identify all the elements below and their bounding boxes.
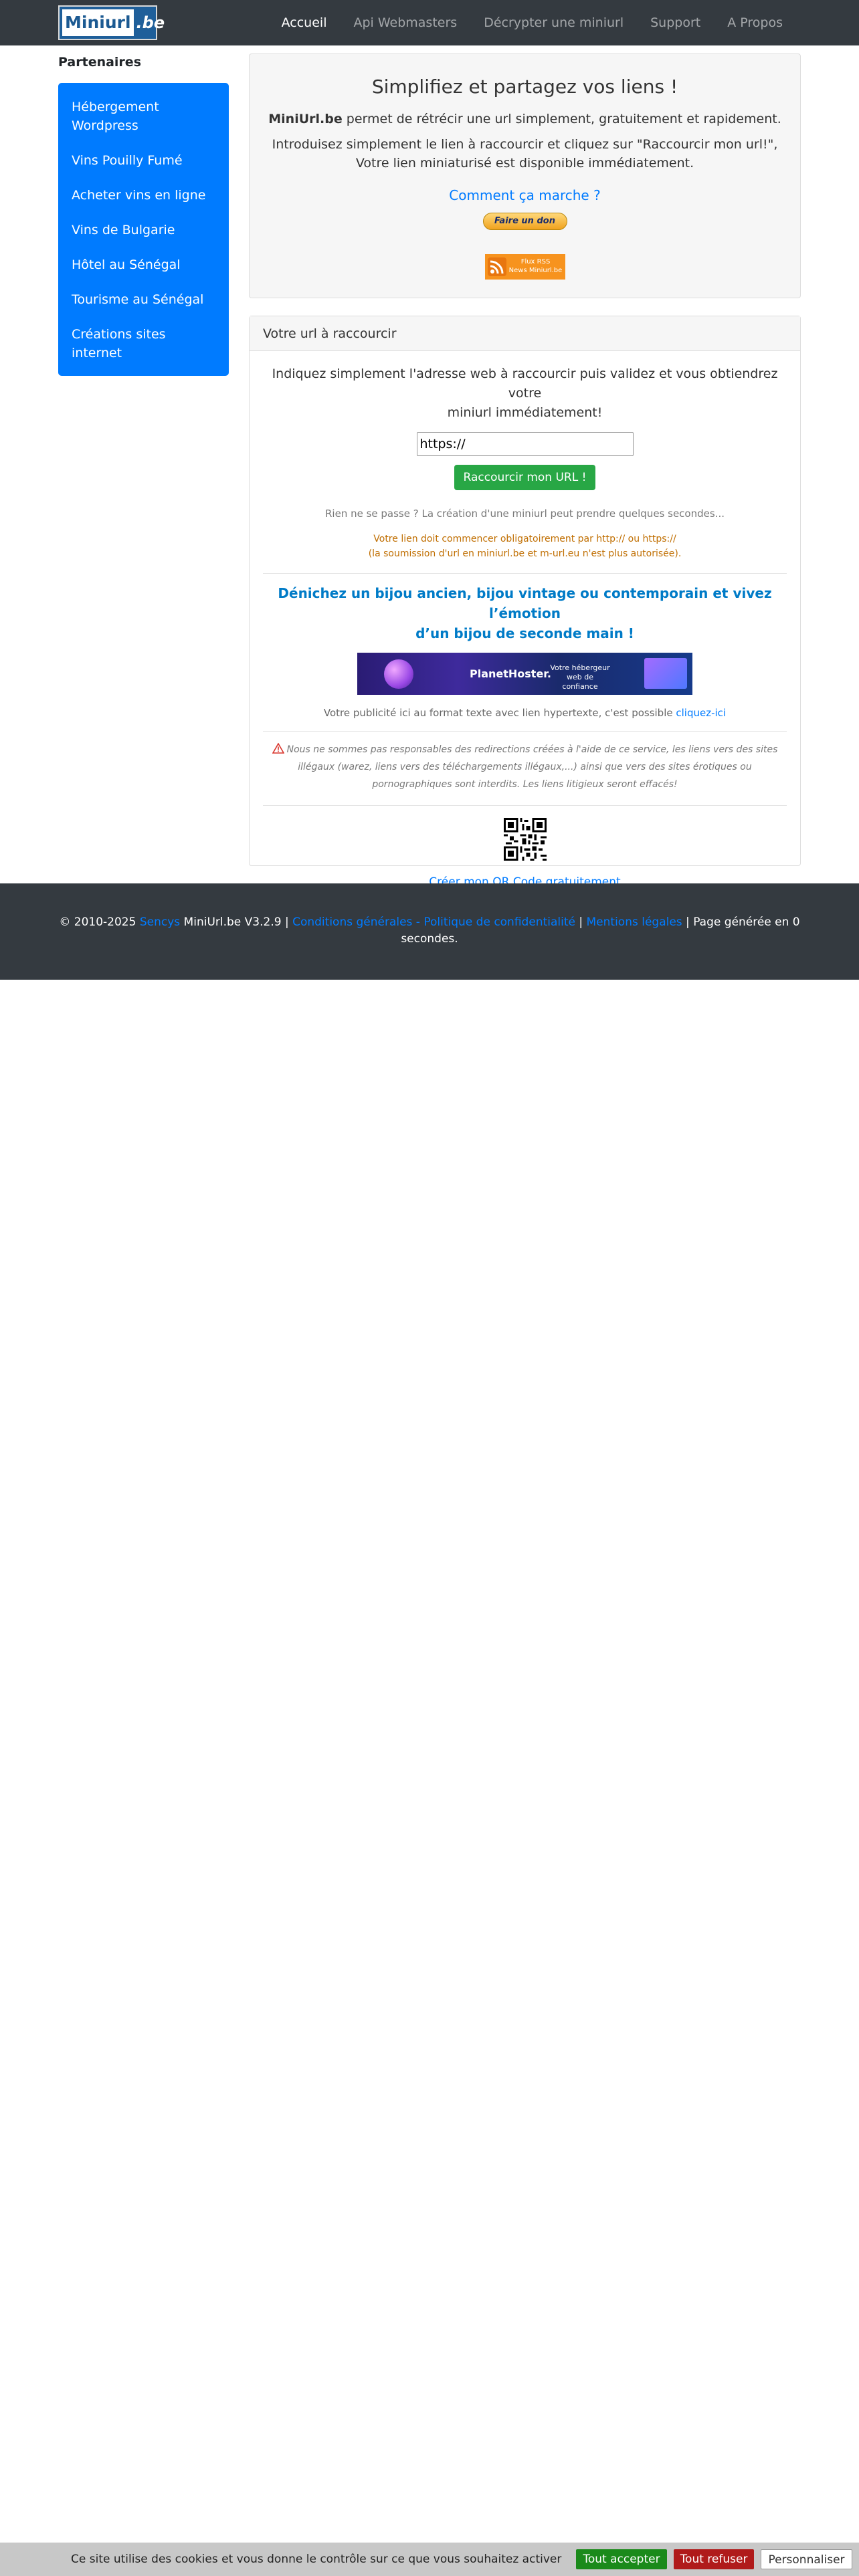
nav-item-a-propos[interactable]: A Propos (727, 15, 783, 30)
footer: © 2010-2025 Sencys MiniUrl.be V3.2.9 | C… (0, 883, 859, 980)
site-logo[interactable]: Miniurl .be (58, 5, 165, 40)
promo-line1: Dénichez un bijou ancien, bijou vintage … (278, 585, 772, 621)
logo-text-tld: .be (136, 13, 165, 32)
cookie-message: Ce site utilise des cookies et vous donn… (71, 2553, 562, 2566)
shorten-card-body: Indiquez simplement l'adresse web à racc… (250, 364, 800, 889)
sidebar-item-acheter-vins[interactable]: Acheter vins en ligne (58, 179, 229, 214)
laptop-image (644, 658, 687, 689)
cookie-accept-button[interactable]: Tout accepter (576, 2549, 667, 2569)
intro-card: Simplifiez et partagez vos liens ! MiniU… (249, 53, 801, 298)
page-title: Simplifiez et partagez vos liens ! (371, 76, 678, 98)
sidebar-title: Partenaires (58, 55, 142, 70)
disclaimer-line2: illégaux (warez, liens vers des téléchar… (298, 762, 752, 772)
intro-instructions-line2: Votre lien miniaturisé est disponible im… (355, 156, 694, 171)
sidebar-item-hotel-senegal[interactable]: Hôtel au Sénégal (58, 249, 229, 284)
sidebar-item-creations-sites[interactable]: Créations sites internet (58, 318, 229, 372)
ad-click-here-link[interactable]: cliquez-ici (676, 707, 726, 719)
intro-description-text: permet de rétrécir une url simplement, g… (342, 112, 781, 126)
rss-icon (487, 257, 506, 276)
nav-item-support[interactable]: Support (650, 15, 700, 30)
jewelry-promo-link[interactable]: Dénichez un bijou ancien, bijou vintage … (263, 583, 787, 643)
promo-line2: d’un bijou de seconde main ! (415, 625, 634, 641)
donate-button[interactable]: Faire un don (482, 213, 567, 230)
sidebar-item-tourisme-senegal[interactable]: Tourisme au Sénégal (58, 284, 229, 318)
footer-legal-link[interactable]: Mentions légales (587, 916, 682, 929)
footer-version: MiniUrl.be V3.2.9 | (180, 916, 293, 929)
ad-text-label: Votre publicité ici au format texte avec… (323, 707, 676, 719)
url-input[interactable] (416, 432, 634, 456)
cookie-refuse-button[interactable]: Tout refuser (673, 2549, 755, 2569)
banner-brand: PlanetHoster. (470, 667, 551, 680)
nav-item-accueil[interactable]: Accueil (282, 15, 327, 30)
main-nav: Accueil Api Webmasters Décrypter une min… (255, 0, 783, 45)
navbar: Miniurl .be Accueil Api Webmasters Décry… (0, 0, 859, 45)
nav-item-api-webmasters[interactable]: Api Webmasters (353, 15, 457, 30)
url-format-warning-line1: Votre lien doit commencer obligatoiremen… (373, 534, 676, 544)
warning-icon (272, 743, 284, 754)
footer-company-link[interactable]: Sencys (140, 916, 180, 929)
sidebar-item-hebergement-wordpress[interactable]: Hébergement Wordpress (58, 91, 229, 144)
sidebar-item-vins-bulgarie[interactable]: Vins de Bulgarie (58, 214, 229, 249)
waiting-hint: Rien ne se passe ? La création d'une min… (325, 508, 725, 520)
divider (263, 805, 787, 806)
partners-sidebar: Partenaires Hébergement Wordpress Vins P… (58, 53, 229, 376)
rss-label-line1: Flux RSS (520, 258, 551, 265)
cookie-customize-button[interactable]: Personnaliser (761, 2549, 852, 2569)
cookie-banner: Ce site utilise des cookies et vous donn… (0, 2543, 859, 2576)
logo-text-main: Miniurl (62, 9, 134, 36)
url-format-warning: Votre lien doit commencer obligatoiremen… (263, 532, 787, 561)
sidebar-item-vins-pouilly[interactable]: Vins Pouilly Fumé (58, 144, 229, 179)
footer-cgu-link[interactable]: Conditions générales - Politique de conf… (292, 916, 575, 929)
nav-item-decrypter[interactable]: Décrypter une miniurl (484, 15, 624, 30)
planethoster-ad-banner[interactable]: PlanetHoster. Votre hébergeur web de con… (357, 653, 692, 695)
shorten-url-button[interactable]: Raccourcir mon URL ! (454, 465, 596, 490)
rss-label-line2: News Miniurl.be (508, 267, 563, 274)
intro-instructions: Introduisez simplement le lien à raccour… (250, 135, 800, 173)
banner-tagline: Votre hébergeur web de confiance (550, 663, 610, 691)
rss-label: Flux RSS News Miniurl.be (509, 257, 563, 275)
divider (263, 573, 787, 574)
intro-instructions-line1: Introduisez simplement le lien à raccour… (272, 137, 778, 152)
partners-list: Hébergement Wordpress Vins Pouilly Fumé … (58, 83, 229, 376)
planet-image (384, 659, 413, 689)
disclaimer-line3: pornographiques sont interdits. Les lien… (372, 779, 678, 790)
ad-text: Votre publicité ici au format texte avec… (263, 707, 787, 719)
footer-separator: | (575, 916, 587, 929)
legal-disclaimer: Nous ne sommes pas responsables des redi… (263, 741, 787, 793)
shorten-intro-line1: Indiquez simplement l'adresse web à racc… (272, 366, 778, 401)
qr-code-icon (503, 818, 547, 861)
how-it-works-link[interactable]: Comment ça marche ? (250, 187, 800, 203)
footer-text: © 2010-2025 Sencys MiniUrl.be V3.2.9 | C… (58, 883, 801, 948)
shorten-intro-line2: miniurl immédiatement! (447, 405, 603, 420)
footer-copyright: © 2010-2025 (59, 916, 140, 929)
rss-feed-button[interactable]: Flux RSS News Miniurl.be (484, 254, 565, 280)
brand-name: MiniUrl.be (268, 112, 343, 126)
intro-description: MiniUrl.be permet de rétrécir une url si… (250, 110, 800, 128)
shorten-intro: Indiquez simplement l'adresse web à racc… (263, 364, 787, 423)
shorten-card: Votre url à raccourcir Indiquez simpleme… (249, 316, 801, 889)
disclaimer-line1: Nous ne sommes pas responsables des redi… (286, 744, 778, 755)
shorten-card-header: Votre url à raccourcir (250, 316, 800, 351)
url-format-warning-line2: (la soumission d'url en miniurl.be et m-… (368, 548, 682, 559)
divider (263, 731, 787, 732)
